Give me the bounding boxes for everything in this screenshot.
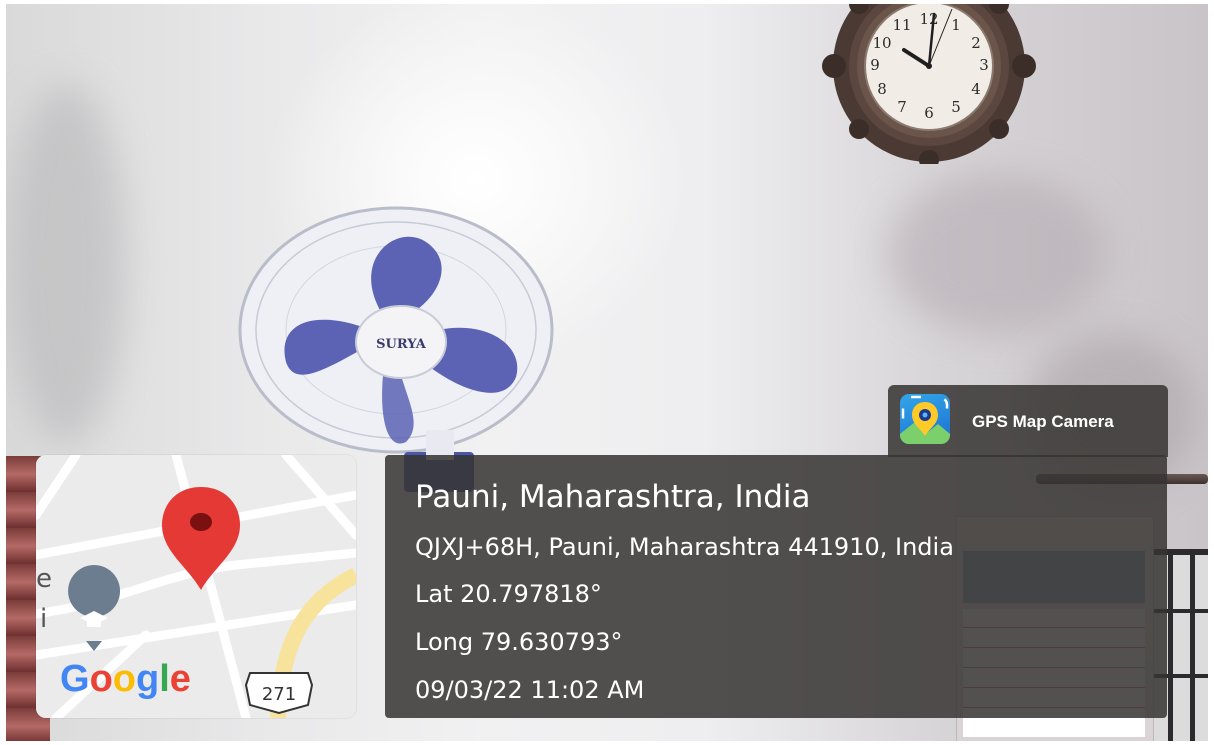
fan-brand-text: SURYA xyxy=(376,337,427,352)
svg-text:11: 11 xyxy=(892,16,911,34)
map-graphic: e i Google 271 xyxy=(36,455,356,718)
wall-fan: SURYA xyxy=(238,206,554,492)
route-shield-icon: 271 xyxy=(244,672,314,715)
map-label-fragment: e xyxy=(36,564,52,594)
gps-app-name: GPS Map Camera xyxy=(972,412,1114,431)
svg-text:8: 8 xyxy=(877,80,887,98)
svg-text:6: 6 xyxy=(924,104,934,122)
svg-text:10: 10 xyxy=(872,34,891,52)
fan-hub: SURYA xyxy=(355,305,447,379)
place-title: Pauni, Maharashtra, India xyxy=(415,479,811,515)
gps-map-camera-icon xyxy=(900,394,950,444)
svg-text:1: 1 xyxy=(951,16,961,34)
wall-smudge xyxy=(6,84,126,444)
wall-clock: 12 1 2 3 4 5 6 7 8 9 10 11 xyxy=(822,4,1036,164)
svg-text:12: 12 xyxy=(919,10,938,28)
svg-text:7: 7 xyxy=(897,98,907,116)
map-thumbnail[interactable]: e i Google 271 xyxy=(36,455,356,718)
location-info-panel: Pauni, Maharashtra, India QJXJ+68H, Paun… xyxy=(385,455,1167,718)
wall-smudge xyxy=(886,174,1106,334)
map-label-fragment: i xyxy=(40,604,47,634)
address-text: QJXJ+68H, Pauni, Maharashtra 441910, Ind… xyxy=(415,533,954,561)
longitude-text: Long 79.630793° xyxy=(415,628,623,656)
svg-text:9: 9 xyxy=(870,56,880,74)
gps-app-badge: GPS Map Camera xyxy=(888,385,1168,457)
route-number: 271 xyxy=(262,684,296,705)
datetime-text: 09/03/22 11:02 AM xyxy=(415,676,645,704)
clock-frame xyxy=(822,4,1036,164)
latitude-text: Lat 20.797818° xyxy=(415,580,602,608)
svg-text:3: 3 xyxy=(979,56,989,74)
svg-text:5: 5 xyxy=(951,98,961,116)
svg-text:2: 2 xyxy=(971,34,981,52)
svg-text:4: 4 xyxy=(971,80,981,98)
google-logo: Google xyxy=(60,658,191,700)
